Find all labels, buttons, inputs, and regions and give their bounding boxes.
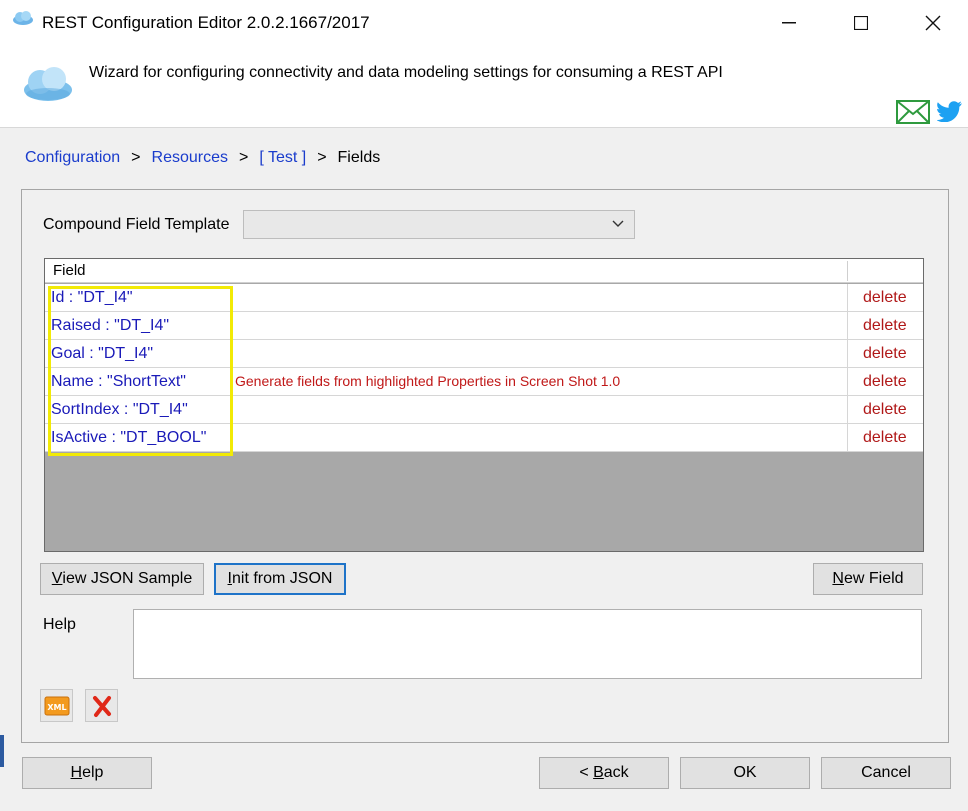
table-row[interactable]: Raised : "DT_I4" delete — [45, 312, 923, 340]
column-header-field: Field — [53, 262, 86, 279]
mnemonic: N — [832, 570, 844, 587]
xml-export-button[interactable]: XML — [40, 689, 73, 722]
init-from-json-button[interactable]: Init from JSON — [214, 563, 346, 595]
new-field-button[interactable]: New Field — [813, 563, 923, 595]
grid-header: Field — [45, 259, 923, 283]
help-button[interactable]: Help — [22, 757, 152, 789]
compound-field-template-select[interactable] — [243, 210, 635, 239]
delete-link[interactable]: delete — [863, 373, 907, 391]
delete-link[interactable]: delete — [863, 289, 907, 307]
field-cell[interactable]: Goal : "DT_I4" — [51, 345, 153, 363]
compound-field-template-label: Compound Field Template — [43, 216, 230, 233]
minimize-button[interactable] — [764, 0, 814, 46]
title-bar: REST Configuration Editor 2.0.2.1667/201… — [0, 0, 968, 46]
background-window-edge — [0, 735, 4, 767]
button-label: Cancel — [861, 764, 911, 781]
wizard-description: Wizard for configuring connectivity and … — [89, 64, 723, 81]
help-label: Help — [43, 616, 76, 633]
maximize-button[interactable] — [836, 0, 886, 46]
cloud-icon — [13, 11, 33, 25]
delete-link[interactable]: delete — [863, 317, 907, 335]
button-label: ew Field — [843, 570, 904, 587]
button-label: elp — [82, 764, 104, 781]
table-row[interactable]: IsActive : "DT_BOOL" delete — [45, 424, 923, 452]
fields-grid: Field Id : "DT_I4" delete Raised : "DT_I… — [44, 258, 924, 552]
red-x-icon — [92, 695, 111, 717]
table-row[interactable]: Goal : "DT_I4" delete — [45, 340, 923, 368]
fields-panel: Compound Field Template Field Id : "DT_I… — [21, 189, 949, 743]
breadcrumb-separator: > — [317, 149, 327, 166]
column-divider — [847, 396, 848, 424]
delete-link[interactable]: delete — [863, 429, 907, 447]
back-button[interactable]: < Back — [539, 757, 669, 789]
button-label: ack — [603, 764, 629, 781]
mnemonic: V — [51, 570, 63, 587]
breadcrumb-configuration[interactable]: Configuration — [25, 149, 120, 167]
column-divider — [847, 340, 848, 368]
breadcrumb-test[interactable]: [ Test ] — [259, 149, 306, 167]
close-button[interactable] — [908, 0, 958, 46]
column-divider — [847, 368, 848, 396]
field-cell[interactable]: SortIndex : "DT_I4" — [51, 401, 188, 419]
field-cell[interactable]: IsActive : "DT_BOOL" — [51, 429, 206, 447]
view-json-sample-button[interactable]: View JSON Sample — [40, 563, 204, 595]
table-row[interactable]: Name : "ShortText" Generate fields from … — [45, 368, 923, 396]
header-band: Wizard for configuring connectivity and … — [0, 46, 968, 128]
column-divider — [847, 284, 848, 312]
column-divider — [847, 261, 848, 281]
cloud-logo-icon — [24, 67, 72, 101]
field-cell[interactable]: Name : "ShortText" — [51, 373, 186, 391]
clear-button[interactable] — [85, 689, 118, 722]
column-divider — [847, 312, 848, 340]
minimize-icon — [782, 22, 796, 24]
xml-icon: XML — [44, 696, 69, 715]
svg-text:XML: XML — [47, 703, 66, 712]
button-label: nit from JSON — [231, 570, 333, 587]
field-cell[interactable]: Id : "DT_I4" — [51, 289, 133, 307]
table-row[interactable]: Id : "DT_I4" delete — [45, 284, 923, 312]
button-prefix: < — [579, 764, 594, 781]
delete-link[interactable]: delete — [863, 401, 907, 419]
breadcrumb-current: Fields — [337, 149, 381, 166]
mnemonic: H — [70, 764, 83, 781]
button-label: OK — [733, 764, 757, 781]
cancel-button[interactable]: Cancel — [821, 757, 951, 789]
table-row[interactable]: SortIndex : "DT_I4" delete — [45, 396, 923, 424]
delete-link[interactable]: delete — [863, 345, 907, 363]
breadcrumb-separator: > — [131, 149, 141, 166]
mail-icon[interactable] — [896, 100, 930, 124]
mnemonic: B — [593, 764, 604, 781]
close-icon — [925, 15, 941, 31]
breadcrumb-separator: > — [239, 149, 249, 166]
window-title: REST Configuration Editor 2.0.2.1667/201… — [42, 13, 370, 32]
annotation-note: Generate fields from highlighted Propert… — [235, 373, 621, 389]
breadcrumb-resources[interactable]: Resources — [152, 149, 228, 167]
chevron-down-icon — [612, 220, 624, 227]
ok-button[interactable]: OK — [680, 757, 810, 789]
twitter-icon[interactable] — [937, 100, 963, 122]
button-label: iew JSON Sample — [62, 570, 193, 587]
maximize-icon — [854, 16, 868, 30]
field-cell[interactable]: Raised : "DT_I4" — [51, 317, 169, 335]
column-divider — [847, 424, 848, 452]
breadcrumb: Configuration > Resources > [ Test ] > F… — [25, 149, 380, 167]
help-text-area[interactable] — [133, 609, 922, 679]
